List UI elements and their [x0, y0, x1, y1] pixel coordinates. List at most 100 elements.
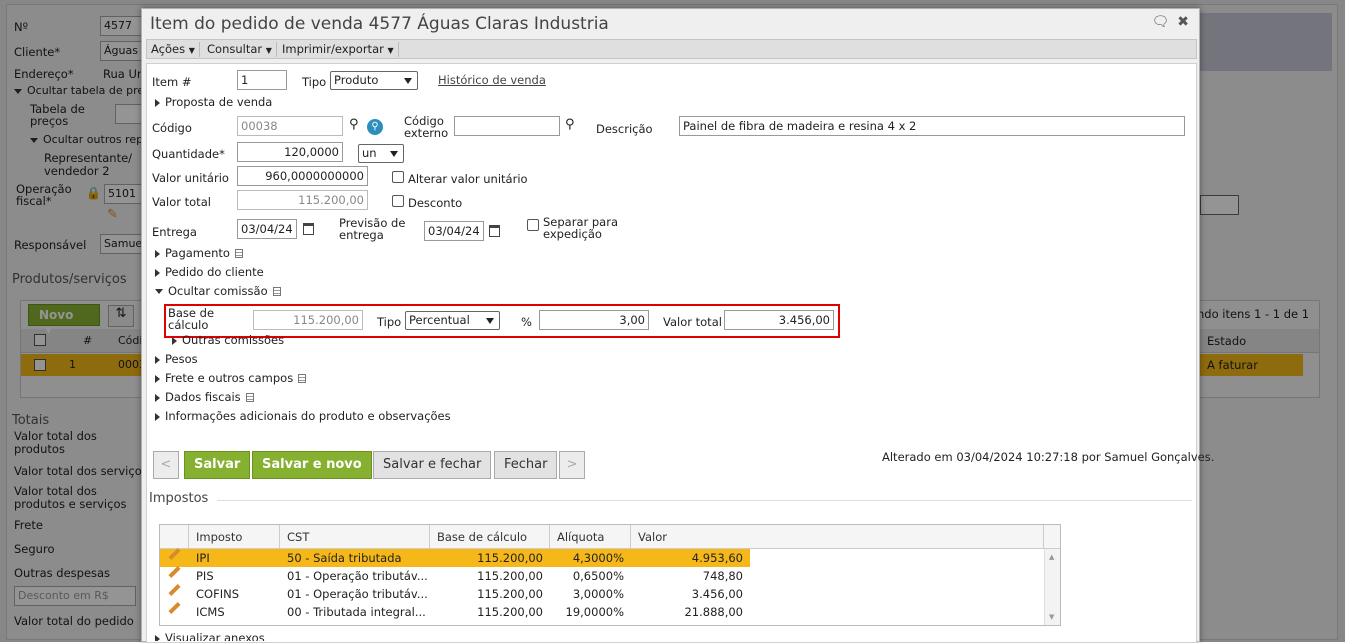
codigo-externo-field[interactable] [454, 116, 560, 136]
separar-label: Separar para expedição [543, 215, 619, 241]
dados-fiscais-toggle[interactable]: Dados fiscais [155, 390, 254, 404]
table-row[interactable]: ICMS 00 - Tributada integral... 115.200,… [160, 601, 1060, 621]
search-icon[interactable]: ⚲ [349, 118, 359, 131]
unidade-select[interactable]: un [358, 144, 404, 163]
expand-icon [155, 98, 160, 107]
table-row[interactable]: IPI 50 - Saída tributada 115.200,00 4,30… [160, 547, 1060, 567]
pagamento-toggle[interactable]: Pagamento [155, 246, 243, 260]
cell-cst: 50 - Saída tributada [287, 551, 402, 565]
impostos-divider [217, 500, 1192, 501]
codigo-field[interactable]: 00038 [237, 116, 343, 136]
cell-base: 115.200,00 [477, 551, 543, 565]
menu-imprimir[interactable]: Imprimir/exportar ▼ [278, 42, 399, 57]
menu-acoes[interactable]: Ações ▼ [147, 42, 200, 57]
alterar-valor-checkbox[interactable] [392, 171, 404, 183]
cell-aliquota: 19,0000% [565, 605, 624, 619]
expand-icon [155, 355, 160, 364]
entrega-label: Entrega [152, 225, 197, 239]
pedido-cliente-toggle[interactable]: Pedido do cliente [155, 265, 264, 279]
cell-base: 115.200,00 [477, 569, 543, 583]
valor-unitario-field[interactable]: 960,0000000000 [237, 166, 368, 186]
notes-icon [298, 374, 307, 383]
comissao-base-field[interactable]: 115.200,00 [253, 310, 363, 330]
visualizar-anexos-toggle[interactable]: Visualizar anexos [155, 631, 265, 641]
comissao-valor-total-label: Valor total [663, 315, 722, 329]
scroll-up-icon[interactable]: ▲ [1049, 553, 1054, 561]
cell-valor: 3.456,00 [691, 587, 743, 601]
desconto-checkbox[interactable] [392, 195, 404, 207]
comment-icon[interactable]: 🗨 [1151, 14, 1169, 30]
fechar-button[interactable]: Fechar [494, 451, 558, 479]
entrega-field[interactable]: 03/04/24 [237, 219, 297, 239]
table-row[interactable]: PIS 01 - Operação tributáv... 115.200,00… [160, 565, 1060, 585]
collapse-icon [155, 289, 163, 294]
valor-total-field[interactable]: 115.200,00 [237, 190, 368, 210]
tipo-select[interactable]: Produto [330, 71, 418, 90]
valor-unitario-label: Valor unitário [152, 171, 229, 185]
cell-aliquota: 0,6500% [572, 569, 624, 583]
expand-icon [155, 249, 160, 258]
salvar-button[interactable]: Salvar [184, 451, 251, 479]
item-label: Item # [152, 75, 192, 89]
impostos-table: Imposto CST Base de cálculo Alíquota Val… [159, 524, 1061, 626]
outras-comissoes-toggle[interactable]: Outras comissões [172, 333, 284, 347]
expand-icon [172, 336, 177, 345]
codigo-externo-label: Código externo [404, 114, 449, 140]
header-base[interactable]: Base de cálculo [430, 525, 550, 549]
salvar-fechar-button[interactable]: Salvar e fechar [373, 451, 492, 479]
expand-icon [155, 268, 160, 277]
cell-imposto: PIS [196, 569, 214, 583]
frete-toggle[interactable]: Frete e outros campos [155, 371, 307, 385]
dropdown-arrow-icon: ▼ [265, 46, 272, 55]
item-dialog: Item do pedido de venda 4577 Águas Clara… [141, 8, 1214, 643]
comissao-base-label: Base de cálculo [168, 306, 215, 332]
expand-icon [155, 412, 160, 421]
table-scrollbar[interactable]: ▲ ▼ [1044, 549, 1060, 625]
calendar-icon[interactable] [489, 225, 500, 237]
notes-icon [245, 393, 254, 402]
dialog-content: Item # 1 Tipo Produto Histórico de venda… [146, 63, 1214, 643]
separar-checkbox[interactable] [527, 219, 539, 231]
comissao-valor-total-field[interactable]: 3.456,00 [724, 310, 834, 330]
informacoes-toggle[interactable]: Informações adicionais do produto e obse… [155, 409, 451, 423]
item-field[interactable]: 1 [237, 70, 287, 90]
header-aliquota[interactable]: Alíquota [550, 525, 631, 549]
valor-total-label: Valor total [152, 195, 211, 209]
cell-cst: 01 - Operação tributáv... [287, 569, 428, 583]
header-cst[interactable]: CST [280, 525, 430, 549]
search-icon[interactable]: ⚲ [565, 118, 575, 131]
edit-column-header [160, 525, 189, 549]
quantidade-field[interactable]: 120,0000 [237, 142, 343, 162]
pesos-toggle[interactable]: Pesos [155, 352, 198, 366]
scroll-down-icon[interactable]: ▼ [1049, 613, 1054, 621]
cell-cst: 00 - Tributada integral... [287, 605, 426, 619]
table-row[interactable]: COFINS 01 - Operação tributáv... 115.200… [160, 583, 1060, 603]
header-imposto[interactable]: Imposto [189, 525, 280, 549]
calendar-icon[interactable] [303, 223, 314, 235]
historico-link[interactable]: Histórico de venda [438, 73, 546, 87]
close-icon[interactable]: ✖ [1177, 14, 1189, 30]
previsao-field[interactable]: 03/04/24 [424, 221, 484, 241]
descricao-label: Descrição [596, 122, 653, 136]
descricao-field[interactable]: Painel de fibra de madeira e resina 4 x … [679, 116, 1185, 136]
notes-icon [272, 287, 281, 296]
previous-button[interactable]: < [153, 451, 179, 479]
next-button[interactable]: > [559, 451, 585, 479]
pencil-icon[interactable] [168, 601, 181, 615]
proposta-toggle[interactable]: Proposta de venda [155, 95, 272, 109]
pencil-icon[interactable] [168, 565, 181, 579]
salvar-novo-button[interactable]: Salvar e novo [252, 451, 372, 479]
header-valor[interactable]: Valor [631, 525, 1044, 549]
expand-icon [155, 393, 160, 402]
comissao-pct-label: % [521, 315, 532, 329]
lookup-icon[interactable]: ⚲ [367, 119, 383, 135]
cell-imposto: COFINS [196, 587, 239, 601]
comissao-tipo-select[interactable]: Percentual [405, 311, 500, 330]
cell-valor: 748,80 [702, 569, 743, 583]
menu-consultar[interactable]: Consultar ▼ [203, 42, 277, 57]
comissao-pct-field[interactable]: 3,00 [539, 310, 649, 330]
menu-bar: Ações ▼ Consultar ▼ Imprimir/exportar ▼ [146, 39, 1197, 59]
pencil-icon[interactable] [168, 583, 181, 597]
header-spacer [1044, 525, 1060, 549]
ocultar-comissao-toggle[interactable]: Ocultar comissão [155, 284, 281, 298]
